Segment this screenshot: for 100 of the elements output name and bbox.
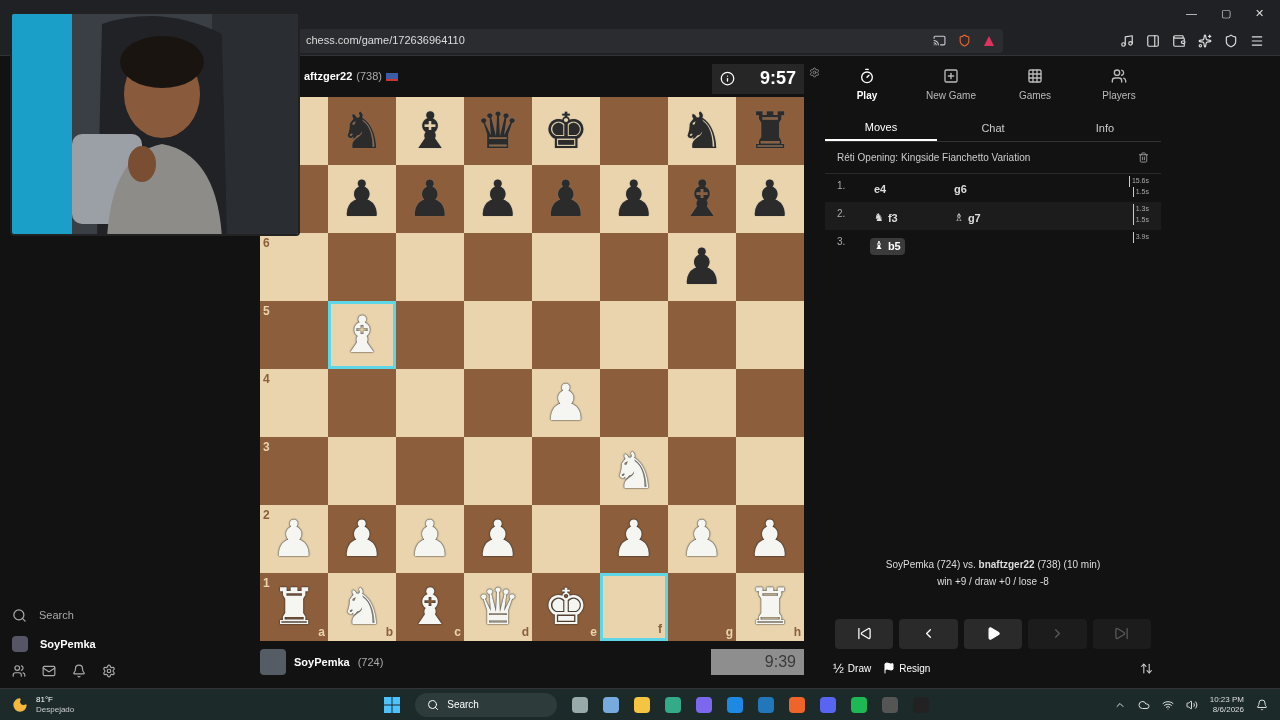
sidebar-user[interactable]: SoyPemka	[40, 635, 96, 652]
replay-button[interactable]	[835, 618, 894, 649]
chess-piece[interactable]: ♟	[747, 174, 793, 224]
nav-tab[interactable]: Games	[993, 68, 1077, 103]
board-square[interactable]: 3	[260, 437, 328, 505]
app-icon[interactable]	[851, 696, 868, 713]
move[interactable]: ♗ g7	[950, 210, 985, 227]
window-control[interactable]: —	[1186, 4, 1197, 22]
board-square[interactable]: ♟	[464, 505, 532, 573]
nav-tab[interactable]: Players	[1077, 68, 1161, 103]
panel-tab[interactable]: Chat	[937, 115, 1049, 141]
notification-icon[interactable]	[1256, 698, 1268, 711]
wifi-icon[interactable]	[1161, 698, 1174, 711]
sidebar-search[interactable]: Search	[39, 607, 74, 624]
move[interactable]: e4	[870, 181, 891, 198]
player-name[interactable]: SoyPemka	[294, 653, 350, 671]
search-icon[interactable]	[12, 607, 27, 623]
panel-tab[interactable]: Info	[1049, 115, 1161, 141]
settings-icon[interactable]	[809, 67, 820, 78]
board-square[interactable]: g	[668, 573, 736, 641]
music-icon[interactable]	[1120, 33, 1134, 48]
board-square[interactable]: ♟	[532, 165, 600, 233]
chess-piece[interactable]: ♟	[475, 174, 521, 224]
board-square[interactable]: f	[600, 573, 668, 641]
board-square[interactable]: ♛	[464, 97, 532, 165]
chess-piece[interactable]: ♝	[407, 582, 453, 632]
chess-piece[interactable]: ♟	[339, 514, 385, 564]
chess-piece[interactable]: ♞	[679, 106, 725, 156]
bell-icon[interactable]	[72, 664, 86, 678]
chess-piece[interactable]: ♟	[475, 514, 521, 564]
chess-piece[interactable]: ♝	[679, 174, 725, 224]
app-icon[interactable]	[634, 696, 651, 713]
chess-piece[interactable]: ♝	[407, 106, 453, 156]
board-square[interactable]: ♝	[396, 97, 464, 165]
move[interactable]: ♞ f3	[870, 210, 902, 227]
friends-icon[interactable]	[12, 664, 26, 678]
wallet-icon[interactable]	[1172, 33, 1186, 48]
board-square[interactable]: ♟	[600, 505, 668, 573]
trash-icon[interactable]	[1138, 152, 1149, 163]
chess-piece[interactable]: ♞	[339, 106, 385, 156]
mail-icon[interactable]	[42, 664, 56, 678]
panel-tab[interactable]: Moves	[825, 115, 937, 141]
taskbar-search[interactable]: Search	[415, 692, 558, 717]
chess-piece[interactable]: ♜	[747, 106, 793, 156]
menu-icon[interactable]	[1250, 33, 1264, 48]
chess-piece[interactable]: ♚	[543, 582, 589, 632]
chess-piece[interactable]: ♜	[271, 582, 317, 632]
board-square[interactable]: ♝	[668, 165, 736, 233]
board-square[interactable]: ♚	[532, 97, 600, 165]
chess-piece[interactable]: ♟	[611, 174, 657, 224]
chess-piece[interactable]: ♛	[475, 106, 521, 156]
board-square[interactable]: ♟	[600, 165, 668, 233]
settings-icon[interactable]	[102, 664, 116, 678]
app-icon[interactable]	[572, 696, 589, 713]
board-square[interactable]: ♞	[668, 97, 736, 165]
start-icon[interactable]	[384, 696, 401, 713]
player-clock: 9:39	[711, 649, 804, 675]
sidebar-icon[interactable]	[1146, 33, 1160, 48]
board-square[interactable]: ♜	[736, 97, 804, 165]
board-square[interactable]: 4	[260, 369, 328, 437]
app-icon[interactable]	[727, 696, 744, 713]
board-square[interactable]: ♞	[328, 97, 396, 165]
chess-piece[interactable]: ♟	[339, 174, 385, 224]
window-control[interactable]: ▢	[1221, 4, 1231, 22]
chess-piece[interactable]: ♟	[747, 514, 793, 564]
draw-button[interactable]: ½ Draw	[833, 658, 872, 678]
sparkles-icon[interactable]	[1198, 33, 1212, 48]
board-square[interactable]: ♟	[328, 505, 396, 573]
volume-icon[interactable]	[1185, 698, 1198, 711]
board-square[interactable]: ♟	[328, 165, 396, 233]
triangle-icon[interactable]	[983, 34, 995, 47]
cast-icon[interactable]	[933, 34, 946, 47]
app-icon[interactable]	[665, 696, 682, 713]
chess-piece[interactable]: ♟	[679, 242, 725, 292]
opponent-name[interactable]: aftzger22	[304, 68, 353, 85]
board-square[interactable]: 5	[260, 301, 328, 369]
chess-piece[interactable]: ♟	[407, 174, 453, 224]
app-icon[interactable]	[789, 696, 806, 713]
resign-button[interactable]: Resign	[883, 660, 931, 676]
app-icon[interactable]	[603, 696, 620, 713]
board-square[interactable]: ♟	[464, 165, 532, 233]
replay-button[interactable]	[963, 618, 1023, 649]
window-control[interactable]: ✕	[1255, 4, 1264, 22]
board-square[interactable]: ♟	[668, 233, 736, 301]
address-bar[interactable]: chess.com/game/172636964110	[306, 32, 465, 49]
nav-tab[interactable]: Play	[825, 68, 909, 103]
first-icon	[856, 626, 872, 641]
board-square[interactable]: ♟	[736, 165, 804, 233]
board-square[interactable]: ♟	[396, 165, 464, 233]
chess-piece[interactable]: ♟	[611, 514, 657, 564]
move[interactable]: ♝ b5	[870, 238, 905, 255]
board-square[interactable]: 6	[260, 233, 328, 301]
chess-piece[interactable]: ♚	[543, 106, 589, 156]
nav-tab[interactable]: New Game	[909, 68, 993, 103]
chess-piece[interactable]: ♟	[543, 174, 589, 224]
flip-board-icon[interactable]	[1140, 661, 1153, 675]
flag-icon	[386, 72, 398, 81]
board-square[interactable]: ♟	[736, 505, 804, 573]
cloud-icon[interactable]	[1137, 698, 1150, 711]
move[interactable]: g6	[950, 181, 971, 198]
